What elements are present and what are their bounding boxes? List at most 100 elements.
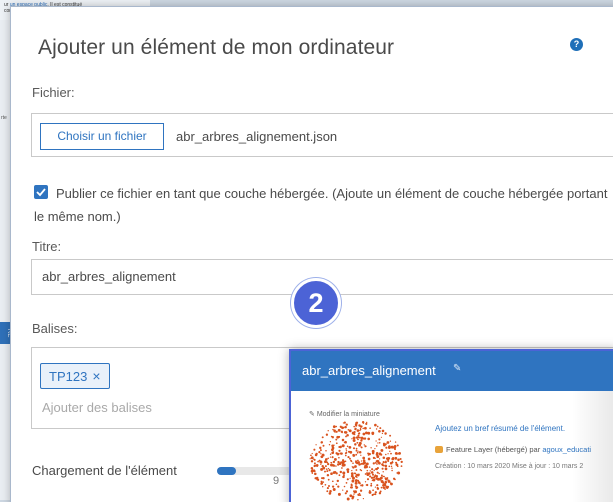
thumbnail-dot [349, 494, 353, 498]
item-type-text: Feature Layer (hébergé) par [446, 445, 541, 454]
thumbnail-dot [332, 460, 336, 464]
thumbnail-dot [327, 457, 329, 460]
thumbnail-dot [330, 463, 333, 467]
thumbnail-dot [346, 445, 349, 448]
thumbnail-dot [356, 473, 360, 477]
edit-thumbnail-label: Modifier la miniature [316, 411, 380, 418]
thumbnail-dot [314, 453, 318, 457]
thumbnail-dot [314, 472, 317, 476]
thumbnail-dot [386, 486, 389, 490]
thumbnail-dot [329, 490, 332, 493]
thumbnail-dot [384, 464, 388, 468]
thumbnail-dot [320, 467, 324, 471]
thumbnail-dot [343, 485, 346, 488]
thumbnail-dot [350, 472, 354, 476]
help-icon[interactable]: ? [570, 38, 583, 51]
thumbnail-dot [359, 482, 361, 485]
thumbnail-dot [336, 452, 340, 456]
thumbnail-dot [355, 461, 357, 464]
thumbnail-dot [355, 436, 359, 439]
thumbnail-dot [319, 446, 322, 450]
thumbnail-dot [370, 476, 374, 479]
thumbnail-dot [360, 454, 362, 456]
thumbnail-dot [375, 453, 379, 456]
thumbnail-dot [350, 460, 353, 463]
thumbnail-dot [384, 467, 388, 471]
thumbnail-dot [341, 459, 345, 462]
thumbnail-dot [329, 456, 332, 458]
thumbnail-dot [345, 450, 348, 452]
thumbnail-dot [357, 459, 359, 462]
thumbnail-dot [346, 478, 349, 481]
thumbnail-dot [387, 453, 389, 455]
pencil-icon[interactable]: ✎ [453, 363, 461, 374]
thumbnail-dot [379, 478, 382, 481]
thumbnail-dot [320, 463, 322, 465]
thumbnail-dot [360, 446, 363, 449]
thumbnail-dot [386, 441, 390, 444]
thumbnail-dot [376, 425, 379, 428]
thumbnail-dot [322, 486, 324, 488]
thumbnail-dot [320, 482, 323, 485]
thumbnail-dot [365, 431, 368, 435]
thumbnail-dot [381, 432, 384, 435]
thumbnail-dot [357, 450, 359, 452]
thumbnail-dot [332, 451, 335, 453]
thumbnail-dot [352, 447, 356, 450]
thumbnail-dot [379, 427, 382, 430]
thumbnail-dot [387, 480, 391, 483]
thumbnail-dot [354, 443, 357, 446]
thumbnail-dot [320, 441, 323, 444]
thumbnail-dot [352, 462, 354, 464]
thumbnail-dot [399, 457, 402, 461]
step-number-badge: 2 [291, 278, 341, 328]
thumbnail-dot [316, 477, 319, 481]
item-card-title: abr_arbres_alignement [302, 363, 436, 378]
thumbnail-dot [385, 446, 388, 449]
thumbnail-dot [365, 445, 367, 448]
edit-thumbnail-link[interactable]: ✎ Modifier la miniature [309, 410, 380, 418]
thumbnail-dot [320, 453, 322, 455]
thumbnail-dot [362, 498, 364, 500]
tags-label: Balises: [32, 321, 78, 336]
thumbnail-dot [382, 460, 385, 464]
choose-file-button[interactable]: Choisir un fichier [40, 123, 164, 150]
thumbnail-dot [320, 480, 323, 483]
thumbnail-dot [344, 440, 347, 444]
thumbnail-dot [356, 429, 360, 432]
thumbnail-dot [357, 438, 359, 441]
thumbnail-dot [330, 461, 332, 464]
thumbnail-dot [390, 452, 392, 455]
thumbnail-dot [362, 456, 366, 460]
thumbnail-dot [313, 462, 316, 465]
thumbnail-dot [345, 448, 347, 450]
thumbnail-dot [331, 456, 334, 459]
thumbnail-dot [390, 482, 393, 486]
thumbnail-dot [357, 434, 360, 437]
thumbnail-dot [396, 444, 399, 447]
pencil-icon: ✎ [309, 411, 315, 418]
thumbnail-dot [374, 486, 377, 488]
thumbnail-dot [348, 446, 352, 449]
thumbnail-dot [372, 462, 375, 465]
thumbnail-dot [381, 429, 385, 433]
selected-file-name: abr_arbres_alignement.json [176, 129, 338, 144]
thumbnail-dot [341, 467, 343, 469]
remove-tag-icon[interactable]: × [92, 368, 100, 384]
add-summary-link[interactable]: Ajoutez un bref résumé de l'élément. [435, 424, 565, 433]
publish-hosted-layer-checkbox[interactable] [34, 185, 48, 199]
thumbnail-dot [359, 429, 361, 432]
thumbnail-dot [353, 425, 355, 428]
thumbnail-dot [340, 430, 344, 434]
thumbnail-dot [324, 458, 328, 461]
thumbnail-dot [370, 471, 374, 474]
file-label: Fichier: [32, 85, 75, 100]
tags-input[interactable]: Ajouter des balises [42, 400, 152, 415]
thumbnail-dot [324, 460, 327, 463]
thumbnail-dot [337, 460, 340, 464]
thumbnail-dot [309, 458, 311, 460]
item-owner-link[interactable]: agoux_educati [542, 445, 591, 454]
thumbnail-dot [342, 471, 346, 475]
thumbnail-dot [353, 490, 355, 493]
thumbnail-dot [376, 459, 379, 462]
